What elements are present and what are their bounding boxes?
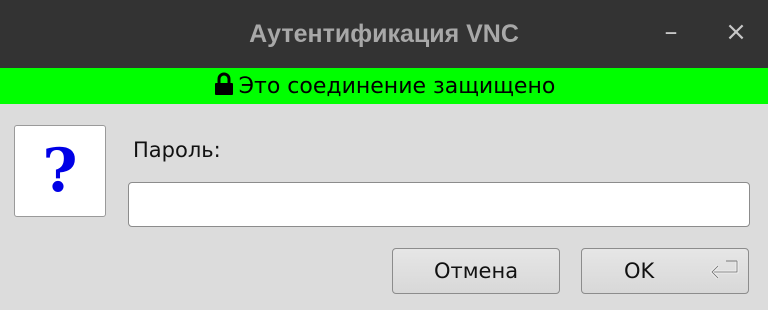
password-label: Пароль: [133,138,221,162]
question-mark: ? [42,136,78,206]
question-icon: ? [14,125,106,217]
enter-key-icon [710,260,739,279]
close-button[interactable]: × [718,14,754,50]
ok-button-label: OK [624,259,655,283]
cancel-button[interactable]: Отмена [392,248,560,294]
title-bar[interactable]: Аутентификация VNC – × [0,0,768,68]
secure-connection-text: Это соединение защищено [238,73,556,99]
ok-button[interactable]: OK [581,248,749,294]
vnc-auth-dialog: Аутентификация VNC – × Это соединение за… [0,0,768,310]
minimize-button[interactable]: – [653,14,689,50]
lock-icon [214,72,233,95]
cancel-button-label: Отмена [433,259,519,283]
password-input[interactable] [128,182,750,227]
secure-connection-banner: Это соединение защищено [0,68,768,104]
